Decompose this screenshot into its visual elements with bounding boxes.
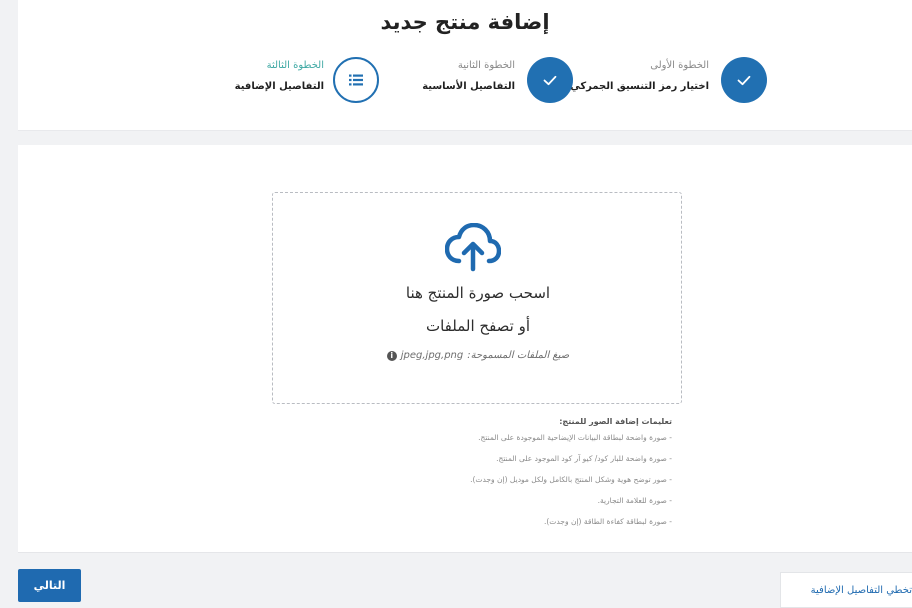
step-2-circle bbox=[527, 57, 573, 103]
formats-label: صيغ الملفات المسموحة: bbox=[467, 350, 570, 361]
list-item: - صورة للعلامة التجارية. bbox=[597, 496, 672, 505]
list-item: - صورة واضحة لبطاقة البيانات الإيضاحية ا… bbox=[478, 433, 672, 442]
skip-label: تخطي التفاصيل الإضافية bbox=[810, 584, 912, 596]
formats-value: jpeg,jpg,png bbox=[400, 350, 464, 361]
check-icon bbox=[543, 75, 557, 85]
stepper-header: إضافة منتج جديد الخطوة الأولى اختيار رمز… bbox=[18, 0, 912, 131]
check-icon bbox=[737, 75, 751, 85]
list-item: - صور توضح هوية وشكل المنتج بالكامل ولكل… bbox=[470, 475, 672, 484]
step-3-circle bbox=[333, 57, 379, 103]
step-3-label: التفاصيل الإضافية bbox=[234, 81, 324, 92]
list-item: - صورة واضحة للبار كود/ كيو آر كود الموج… bbox=[496, 454, 672, 463]
step-2-caption: الخطوة الثانية bbox=[457, 60, 515, 71]
next-button[interactable]: التالي bbox=[18, 569, 81, 602]
list-icon bbox=[349, 74, 363, 86]
step-1-label: اختيار رمز التنسيق الجمركي bbox=[570, 81, 709, 92]
step-1-caption: الخطوة الأولى bbox=[650, 60, 709, 71]
instructions-list: - صورة واضحة لبطاقة البيانات الإيضاحية ا… bbox=[252, 433, 672, 526]
page-title: إضافة منتج جديد bbox=[380, 10, 550, 34]
upload-card: اسحب صورة المنتج هنا أو تصفح الملفات صيغ… bbox=[18, 145, 912, 553]
allowed-formats: صيغ الملفات المسموحة: jpeg,jpg,png i bbox=[273, 350, 683, 361]
list-item: - صورة لبطاقة كفاءة الطاقة (إن وجدت). bbox=[544, 517, 672, 526]
step-1-circle bbox=[721, 57, 767, 103]
image-dropzone[interactable]: اسحب صورة المنتج هنا أو تصفح الملفات صيغ… bbox=[272, 192, 682, 404]
step-3-caption: الخطوة الثالثة bbox=[266, 60, 324, 71]
drag-instruction: اسحب صورة المنتج هنا bbox=[405, 284, 551, 302]
image-instructions: تعليمات إضافة الصور للمنتج: - صورة واضحة… bbox=[252, 417, 672, 538]
info-icon: i bbox=[386, 350, 397, 361]
cloud-upload-icon bbox=[445, 223, 501, 272]
skip-additional-details-button[interactable]: تخطي التفاصيل الإضافية bbox=[780, 572, 912, 608]
browse-files-link[interactable]: أو تصفح الملفات bbox=[273, 317, 683, 335]
step-2-label: التفاصيل الأساسية bbox=[422, 81, 515, 92]
instructions-title: تعليمات إضافة الصور للمنتج: bbox=[559, 417, 672, 426]
